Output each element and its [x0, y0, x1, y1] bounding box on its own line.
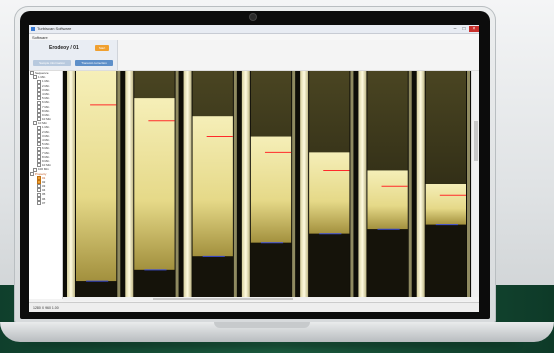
tube-images	[63, 71, 471, 297]
sample-column	[192, 116, 233, 257]
vertical-scrollbar[interactable]	[471, 71, 479, 297]
tree-item-label: 07	[42, 200, 46, 205]
start-button[interactable]: Start	[95, 45, 109, 51]
sample-column	[76, 71, 117, 282]
sediment-layer	[367, 229, 408, 297]
tube-wall-right	[467, 71, 470, 297]
laptop-notch	[214, 322, 310, 328]
title-bar: Turbiscan Software – □ ×	[29, 25, 479, 34]
transmit-correction-button[interactable]: Transmit correction	[75, 60, 113, 66]
tube-wall-right	[233, 71, 237, 297]
tube-wall-right	[117, 71, 121, 297]
sample-column	[367, 170, 408, 230]
sediment-layer	[134, 269, 175, 297]
sample-column	[309, 152, 350, 234]
sample-column	[134, 98, 175, 270]
tube-wall-right	[408, 71, 412, 297]
app-icon	[31, 27, 35, 31]
sediment-layer	[192, 256, 233, 297]
app-window: Turbiscan Software – □ × Software Erodeo…	[29, 25, 479, 312]
sample-title: Erodeoy / 01	[49, 45, 79, 51]
sample-column	[425, 184, 466, 225]
sediment-layer	[309, 233, 350, 297]
horizontal-scroll-thumb[interactable]	[153, 298, 293, 300]
tube-wall-right	[292, 71, 296, 297]
window-title: Turbiscan Software	[37, 26, 72, 31]
sample-panel: Erodeoy / 01 Start Sample information Tr…	[29, 40, 118, 70]
sediment-layer	[250, 242, 292, 297]
tube-wall-left	[300, 71, 309, 297]
vertical-scroll-thumb[interactable]	[474, 121, 478, 161]
horizontal-scrollbar[interactable]	[63, 297, 471, 301]
sediment-layer	[76, 281, 117, 297]
tube-wall-left	[183, 71, 192, 297]
tube-wall-left	[241, 71, 250, 297]
minimize-button[interactable]: –	[451, 26, 459, 32]
webcam-icon	[250, 14, 256, 20]
status-bar: 1280 X 960 1.00	[29, 302, 479, 312]
status-text: 1280 X 960 1.00	[33, 306, 59, 310]
image-view	[63, 71, 471, 297]
maximize-button[interactable]: □	[460, 26, 468, 32]
tree-expand-icon[interactable]	[37, 201, 41, 206]
tube-wall-left	[416, 71, 425, 297]
sample-info-button[interactable]: Sample information	[33, 60, 71, 66]
close-button[interactable]: ×	[469, 26, 479, 32]
sequence-tree[interactable]: Sequence 1 Min 1 Min 2 Min 3 Min 4 Min 5 Min 6 …	[29, 71, 63, 299]
tube-wall-left	[125, 71, 134, 297]
tube-wall-right	[175, 71, 179, 297]
tree-item[interactable]: 07	[29, 200, 62, 206]
tube-wall-left	[67, 71, 75, 297]
tree-expand-icon[interactable]	[30, 171, 34, 176]
sample-header: Erodeoy / 01 Start Sample information Tr…	[29, 40, 479, 71]
sediment-layer	[425, 224, 466, 297]
tube-wall-left	[358, 71, 367, 297]
tube-wall-right	[350, 71, 354, 297]
